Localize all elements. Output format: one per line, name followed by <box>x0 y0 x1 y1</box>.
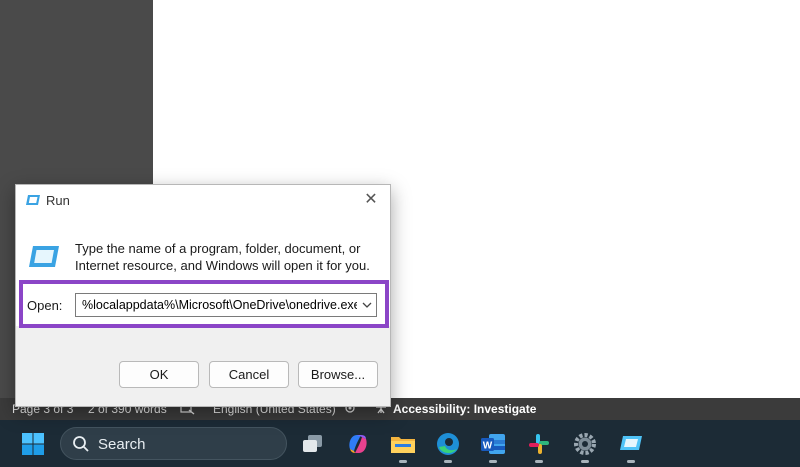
edge-running-indicator <box>444 460 452 463</box>
browse-button[interactable]: Browse... <box>298 361 378 388</box>
settings-running-indicator <box>581 460 589 463</box>
edge-icon[interactable] <box>433 429 463 459</box>
task-view-icon[interactable] <box>298 429 328 459</box>
run-app-icon <box>25 194 41 212</box>
slack-icon[interactable] <box>524 429 554 459</box>
run-dialog-titlebar[interactable]: Run ✕ <box>16 185 390 216</box>
close-icon[interactable]: ✕ <box>361 190 381 210</box>
file-explorer-icon[interactable] <box>388 429 418 459</box>
run-icon[interactable] <box>616 429 646 459</box>
run-dialog: Run ✕ Type the name of a program, folder… <box>15 184 391 407</box>
windows-start-icon[interactable] <box>18 429 48 459</box>
run-description: Type the name of a program, folder, docu… <box>75 241 370 273</box>
search-icon <box>72 435 90 458</box>
slack-running-indicator <box>535 460 543 463</box>
copilot-icon[interactable] <box>343 429 373 459</box>
svg-text:W: W <box>483 441 493 452</box>
search-label: Search <box>98 436 146 453</box>
dialog-title: Run <box>46 193 70 208</box>
settings-icon[interactable] <box>570 429 600 459</box>
ok-button[interactable]: OK <box>119 361 199 388</box>
accessibility-status[interactable]: Accessibility: Investigate <box>393 402 536 416</box>
open-field-highlight <box>19 280 389 328</box>
cancel-button[interactable]: Cancel <box>209 361 289 388</box>
run-large-icon <box>27 243 61 276</box>
file-explorer-running-indicator <box>399 460 407 463</box>
taskbar: Search W <box>0 420 800 467</box>
word-icon[interactable]: W <box>478 429 508 459</box>
taskbar-search-box[interactable]: Search <box>60 427 287 460</box>
run-running-indicator <box>627 460 635 463</box>
word-running-indicator <box>489 460 497 463</box>
